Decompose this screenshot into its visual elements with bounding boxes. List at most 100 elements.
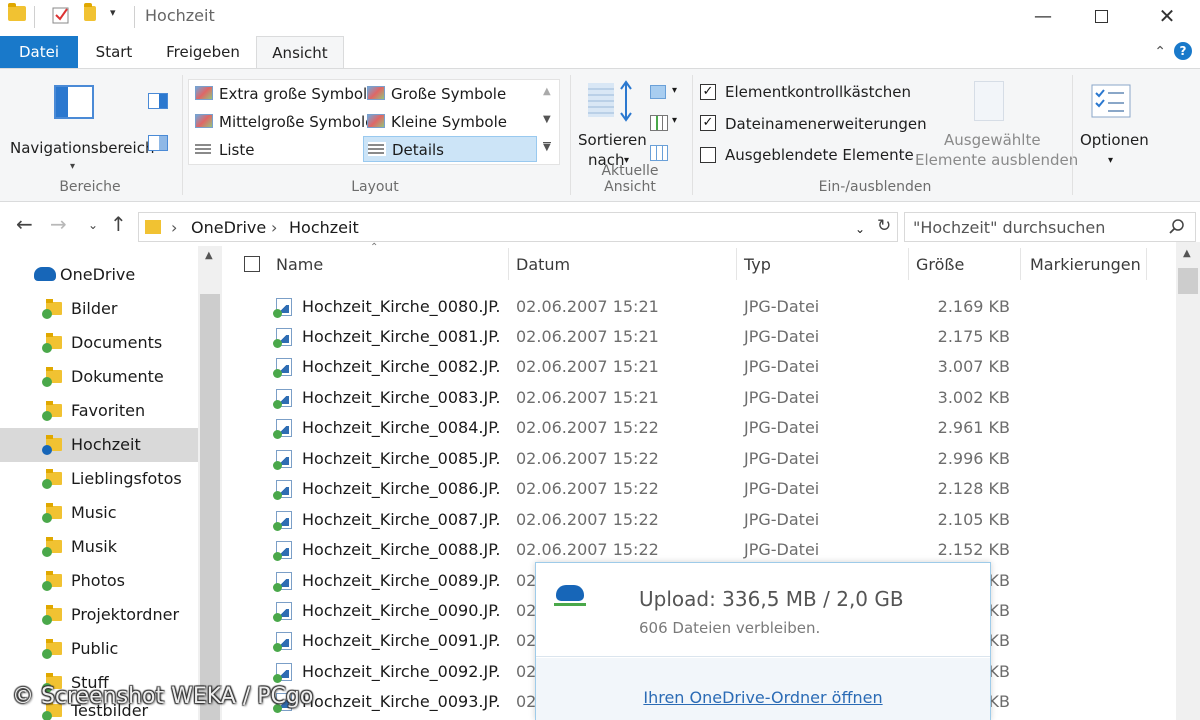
nav-item-bilder[interactable]: Bilder: [0, 292, 198, 326]
table-row[interactable]: Hochzeit_Kirche_0085.JP... 02.06.2007 15:…: [226, 444, 1176, 474]
ribbon: Navigationsbereich ▾ Bereiche Extra groß…: [0, 68, 1200, 202]
column-header-name[interactable]: Name: [276, 255, 323, 274]
gallery-expand-icon[interactable]: ▼: [543, 142, 551, 153]
customize-toolbar-dropdown-icon[interactable]: ▾: [110, 6, 116, 19]
scroll-up-icon[interactable]: ▲: [1183, 248, 1191, 259]
nav-item-musik[interactable]: Musik: [0, 530, 198, 564]
gallery-scroll-down-icon[interactable]: ▼: [543, 114, 551, 125]
sync-ok-icon: [42, 479, 52, 489]
search-input[interactable]: "Hochzeit" durchsuchen: [904, 212, 1196, 242]
onedrive-cloud-icon: [34, 267, 56, 281]
file-list-scroll-thumb[interactable]: [1178, 268, 1198, 294]
group-label-current-view: Aktuelle Ansicht: [601, 163, 659, 195]
sync-ok-icon: [42, 581, 52, 591]
jpg-file-icon: [273, 541, 292, 561]
sync-ok-icon: [42, 411, 52, 421]
folder-icon: [8, 3, 26, 21]
column-header-date[interactable]: Datum: [516, 255, 570, 274]
tab-freigeben[interactable]: Freigeben: [160, 36, 246, 68]
navigation-bar: ← → ⌄ ↑ › OneDrive › Hochzeit ⌄ ↻ "Hochz…: [0, 206, 1200, 242]
maximize-button[interactable]: [1072, 0, 1130, 32]
nav-item-favoriten[interactable]: Favoriten: [0, 394, 198, 428]
collapse-ribbon-icon[interactable]: ⌃: [1154, 44, 1166, 60]
column-header-tags[interactable]: Markierungen: [1030, 255, 1141, 274]
group-by-button[interactable]: ▾: [648, 83, 684, 103]
nav-item-music[interactable]: Music: [0, 496, 198, 530]
hide-selected-label: Ausgewählte: [944, 131, 1041, 149]
breadcrumb-hochzeit[interactable]: Hochzeit: [289, 218, 359, 237]
nav-pane-scroll-thumb[interactable]: [200, 294, 220, 720]
sort-label: Sortieren: [578, 131, 647, 149]
nav-item-public[interactable]: Public: [0, 632, 198, 666]
layout-details[interactable]: Details: [363, 136, 537, 162]
hide-selected-button[interactable]: Ausgewählte Elemente ausblenden: [912, 79, 1078, 179]
item-checkboxes-checkbox[interactable]: ✓: [700, 84, 716, 100]
properties-icon[interactable]: [52, 6, 70, 24]
tab-ansicht[interactable]: Ansicht: [256, 36, 344, 69]
open-onedrive-folder-link[interactable]: Ihren OneDrive-Ordner öffnen: [536, 688, 990, 707]
layout-small-icons[interactable]: Kleine Symbole: [363, 109, 535, 135]
gallery-scroll-up-icon[interactable]: ▲: [543, 86, 551, 97]
tab-start[interactable]: Start: [88, 36, 140, 68]
nav-item-lieblingsfotos[interactable]: Lieblingsfotos: [0, 462, 198, 496]
navigation-pane-button[interactable]: Navigationsbereich ▾: [6, 77, 154, 177]
column-header-type[interactable]: Typ: [744, 255, 771, 274]
nav-pane-scrollbar[interactable]: ▲: [198, 246, 222, 720]
hidden-items-checkbox[interactable]: [700, 147, 716, 163]
minimize-button[interactable]: —: [1014, 0, 1072, 32]
size-columns-icon[interactable]: [650, 145, 668, 161]
navigation-pane: OneDrive Bilder Documents Dokumente Favo…: [0, 246, 222, 720]
shared-icon: [42, 615, 52, 625]
tab-datei[interactable]: Datei: [0, 36, 78, 68]
nav-item-photos[interactable]: Photos: [0, 564, 198, 598]
breadcrumb-onedrive[interactable]: OneDrive: [191, 218, 266, 237]
close-button[interactable]: ✕: [1138, 0, 1196, 32]
breadcrumb-separator-icon[interactable]: ›: [271, 218, 277, 237]
back-arrow-icon[interactable]: ←: [16, 212, 33, 236]
nav-item-onedrive[interactable]: OneDrive: [0, 258, 198, 292]
table-row[interactable]: Hochzeit_Kirche_0087.JP... 02.06.2007 15:…: [226, 505, 1176, 535]
layout-extra-large-icons[interactable]: Extra große Symbole: [191, 81, 376, 107]
table-row[interactable]: Hochzeit_Kirche_0081.JP... 02.06.2007 15:…: [226, 322, 1176, 352]
address-dropdown-chevron-icon[interactable]: ⌄: [855, 222, 865, 236]
details-pane-icon[interactable]: [148, 135, 168, 151]
address-bar[interactable]: › OneDrive › Hochzeit ⌄ ↻: [138, 212, 898, 242]
table-row[interactable]: Hochzeit_Kirche_0083.JP... 02.06.2007 15:…: [226, 383, 1176, 413]
nav-item-projektordner[interactable]: Projektordner: [0, 598, 198, 632]
layout-large-icons[interactable]: Große Symbole: [363, 81, 535, 107]
file-list-scrollbar[interactable]: ▲: [1176, 242, 1200, 720]
jpg-file-icon: [273, 572, 292, 592]
preview-pane-icon[interactable]: [148, 93, 168, 109]
options-button[interactable]: Optionen ▾: [1078, 79, 1149, 179]
nav-item-hochzeit[interactable]: Hochzeit: [0, 428, 198, 462]
scroll-up-icon[interactable]: ▲: [205, 250, 213, 261]
chevron-down-icon: ▾: [70, 161, 76, 172]
watermark: © Screenshot WEKA / PCgo: [12, 684, 314, 709]
table-row[interactable]: Hochzeit_Kirche_0088.JP... 02.06.2007 15:…: [226, 535, 1176, 565]
help-icon[interactable]: ?: [1174, 42, 1192, 60]
table-row[interactable]: Hochzeit_Kirche_0086.JP... 02.06.2007 15:…: [226, 474, 1176, 504]
onedrive-upload-popup: Upload: 336,5 MB / 2,0 GB 606 Dateien ve…: [535, 562, 991, 720]
column-header-size[interactable]: Größe: [916, 255, 964, 274]
folder-icon: [145, 220, 161, 234]
table-row[interactable]: Hochzeit_Kirche_0080.JP... 02.06.2007 15:…: [226, 292, 1176, 322]
recent-locations-chevron-icon[interactable]: ⌄: [88, 218, 98, 232]
forward-arrow-icon[interactable]: →: [50, 212, 67, 236]
file-extensions-checkbox[interactable]: ✓: [700, 115, 716, 131]
table-row[interactable]: Hochzeit_Kirche_0084.JP... 02.06.2007 15:…: [226, 413, 1176, 443]
layout-medium-icons[interactable]: Mittelgroße Symbole: [191, 109, 374, 135]
hidden-items-label: Ausgeblendete Elemente: [725, 146, 914, 164]
add-columns-button[interactable]: ▾: [648, 113, 684, 133]
refresh-icon[interactable]: ↻: [877, 216, 891, 236]
new-folder-icon[interactable]: [84, 3, 96, 21]
jpg-file-icon: [273, 511, 292, 531]
syncing-icon: [42, 445, 52, 455]
nav-item-documents[interactable]: Documents: [0, 326, 198, 360]
layout-list[interactable]: Liste: [191, 137, 363, 163]
table-row[interactable]: Hochzeit_Kirche_0082.JP... 02.06.2007 15:…: [226, 352, 1176, 382]
nav-item-dokumente[interactable]: Dokumente: [0, 360, 198, 394]
sort-ascending-icon: ⌃: [370, 242, 379, 253]
up-arrow-icon[interactable]: ↑: [110, 212, 127, 236]
breadcrumb-separator-icon[interactable]: ›: [171, 218, 177, 237]
select-all-checkbox[interactable]: [244, 256, 260, 272]
